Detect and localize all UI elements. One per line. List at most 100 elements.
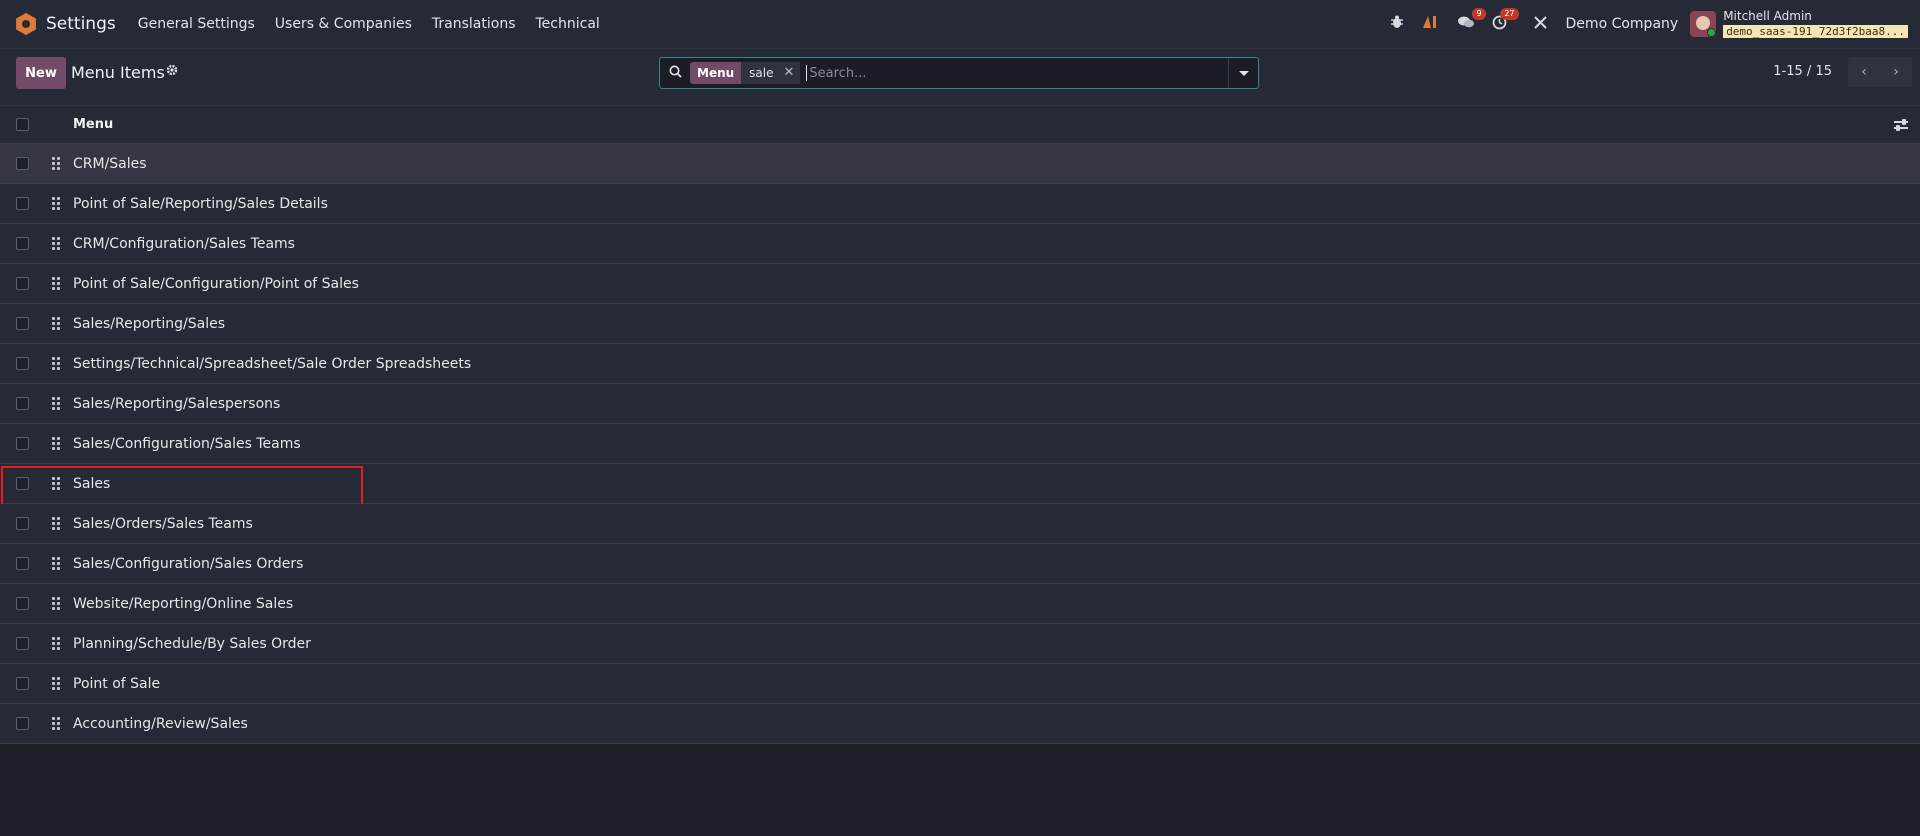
- messages-icon[interactable]: 9: [1457, 8, 1486, 33]
- gear-icon[interactable]: [166, 64, 178, 80]
- drag-handle-icon[interactable]: [52, 156, 62, 171]
- search-input[interactable]: [806, 65, 1228, 81]
- drag-handle-icon[interactable]: [52, 396, 62, 411]
- drag-handle-icon[interactable]: [52, 636, 62, 651]
- row-checkbox[interactable]: [16, 237, 29, 250]
- table-row[interactable]: CRM/Configuration/Sales Teams: [0, 224, 1920, 264]
- row-checkbox[interactable]: [16, 317, 29, 330]
- drag-handle-icon[interactable]: [52, 556, 62, 571]
- systray: 9 27 Demo Company Mitchell Admin demo_sa…: [1390, 0, 1920, 49]
- pager-previous-button[interactable]: ‹: [1848, 57, 1880, 87]
- menu-cell[interactable]: Sales: [73, 476, 110, 492]
- menu-cell[interactable]: Accounting/Review/Sales: [73, 716, 248, 732]
- menu-cell[interactable]: CRM/Sales: [73, 156, 147, 172]
- row-checkbox[interactable]: [16, 677, 29, 690]
- ai-icon[interactable]: [1422, 15, 1440, 33]
- menu-cell[interactable]: Settings/Technical/Spreadsheet/Sale Orde…: [73, 356, 471, 372]
- table-row[interactable]: Point of Sale/Reporting/Sales Details: [0, 184, 1920, 224]
- menu-technical[interactable]: Technical: [526, 16, 610, 32]
- table-row[interactable]: Sales/Configuration/Sales Teams: [0, 424, 1920, 464]
- activities-badge: 27: [1500, 7, 1519, 20]
- menu-cell[interactable]: Point of Sale: [73, 676, 160, 692]
- table-row[interactable]: Sales/Orders/Sales Teams: [0, 504, 1920, 544]
- caret-down-icon: [1238, 70, 1249, 76]
- drag-handle-icon[interactable]: [52, 356, 62, 371]
- menu-cell[interactable]: Website/Reporting/Online Sales: [73, 596, 293, 612]
- table-row[interactable]: Sales: [0, 464, 1920, 509]
- drag-handle-icon[interactable]: [52, 596, 62, 611]
- drag-handle-icon[interactable]: [52, 276, 62, 291]
- optional-columns-icon[interactable]: [1894, 118, 1908, 131]
- settings-app-icon[interactable]: [15, 13, 37, 35]
- column-header-menu[interactable]: Menu: [73, 117, 113, 132]
- menu-cell[interactable]: Sales/Reporting/Sales: [73, 316, 225, 332]
- table-row[interactable]: Website/Reporting/Online Sales: [0, 584, 1920, 624]
- facet-value-text: sale: [749, 66, 774, 80]
- close-icon[interactable]: ✕: [784, 62, 795, 84]
- row-checkbox[interactable]: [16, 717, 29, 730]
- new-button[interactable]: New: [16, 57, 66, 89]
- pager-next-button[interactable]: ›: [1880, 57, 1912, 87]
- menu-users-companies[interactable]: Users & Companies: [265, 16, 422, 32]
- pager-value[interactable]: 1-15 / 15: [1773, 64, 1832, 79]
- row-checkbox[interactable]: [16, 437, 29, 450]
- row-checkbox[interactable]: [16, 197, 29, 210]
- search-options-toggle[interactable]: [1228, 58, 1258, 88]
- table-row[interactable]: Accounting/Review/Sales: [0, 704, 1920, 744]
- menu-general-settings[interactable]: General Settings: [128, 16, 265, 32]
- list-header: Menu: [0, 106, 1920, 144]
- drag-handle-icon[interactable]: [52, 476, 62, 491]
- table-row[interactable]: Settings/Technical/Spreadsheet/Sale Orde…: [0, 344, 1920, 384]
- user-menu[interactable]: Mitchell Admin demo_saas-191_72d3f2baa8.…: [1690, 10, 1908, 38]
- table-row[interactable]: Point of Sale: [0, 664, 1920, 704]
- menu-cell[interactable]: Point of Sale/Reporting/Sales Details: [73, 196, 328, 212]
- avatar: [1690, 11, 1717, 37]
- menu-cell[interactable]: CRM/Configuration/Sales Teams: [73, 236, 295, 252]
- row-checkbox[interactable]: [16, 157, 29, 170]
- menu-translations[interactable]: Translations: [422, 16, 526, 32]
- table-row[interactable]: Sales/Configuration/Sales Orders: [0, 544, 1920, 584]
- page-title: Menu Items: [71, 63, 165, 82]
- menu-cell[interactable]: Sales/Configuration/Sales Teams: [73, 436, 301, 452]
- tools-icon[interactable]: [1533, 15, 1548, 34]
- search-facet[interactable]: Menu sale ✕: [690, 62, 801, 84]
- row-checkbox[interactable]: [16, 477, 29, 490]
- menu-cell[interactable]: Sales/Reporting/Salespersons: [73, 396, 280, 412]
- drag-handle-icon[interactable]: [52, 716, 62, 731]
- chevron-right-icon: ›: [1893, 64, 1899, 80]
- company-switcher[interactable]: Demo Company: [1566, 16, 1679, 32]
- drag-handle-icon[interactable]: [52, 516, 62, 531]
- facet-value: sale ✕: [741, 62, 801, 84]
- debug-bug-icon[interactable]: [1390, 15, 1404, 33]
- row-checkbox[interactable]: [16, 397, 29, 410]
- menu-cell[interactable]: Sales/Orders/Sales Teams: [73, 516, 253, 532]
- table-row[interactable]: Point of Sale/Configuration/Point of Sal…: [0, 264, 1920, 304]
- database-badge: demo_saas-191_72d3f2baa8...: [1723, 25, 1908, 38]
- row-checkbox[interactable]: [16, 357, 29, 370]
- select-all-checkbox[interactable]: [16, 118, 29, 131]
- drag-handle-icon[interactable]: [52, 436, 62, 451]
- user-name: Mitchell Admin: [1723, 9, 1812, 23]
- drag-handle-icon[interactable]: [52, 236, 62, 251]
- search-icon[interactable]: [660, 65, 690, 82]
- menu-cell[interactable]: Sales/Configuration/Sales Orders: [73, 556, 303, 572]
- messages-badge: 9: [1472, 8, 1486, 20]
- drag-handle-icon[interactable]: [52, 316, 62, 331]
- row-checkbox[interactable]: [16, 557, 29, 570]
- table-row[interactable]: Sales/Reporting/Salespersons: [0, 384, 1920, 424]
- row-checkbox[interactable]: [16, 597, 29, 610]
- table-row[interactable]: Sales/Reporting/Sales: [0, 304, 1920, 344]
- menu-cell[interactable]: Planning/Schedule/By Sales Order: [73, 636, 311, 652]
- app-name[interactable]: Settings: [46, 14, 116, 34]
- menu-cell[interactable]: Point of Sale/Configuration/Point of Sal…: [73, 276, 359, 292]
- activities-clock-icon[interactable]: 27: [1492, 7, 1519, 34]
- table-row[interactable]: Planning/Schedule/By Sales Order: [0, 624, 1920, 664]
- drag-handle-icon[interactable]: [52, 196, 62, 211]
- drag-handle-icon[interactable]: [52, 676, 62, 691]
- control-panel: New Menu Items Menu sale ✕ 1-15 / 15 ‹ ›: [0, 49, 1920, 106]
- row-checkbox[interactable]: [16, 637, 29, 650]
- row-checkbox[interactable]: [16, 277, 29, 290]
- row-checkbox[interactable]: [16, 517, 29, 530]
- table-row[interactable]: CRM/Sales: [0, 144, 1920, 184]
- main-menu: General Settings Users & Companies Trans…: [128, 16, 610, 32]
